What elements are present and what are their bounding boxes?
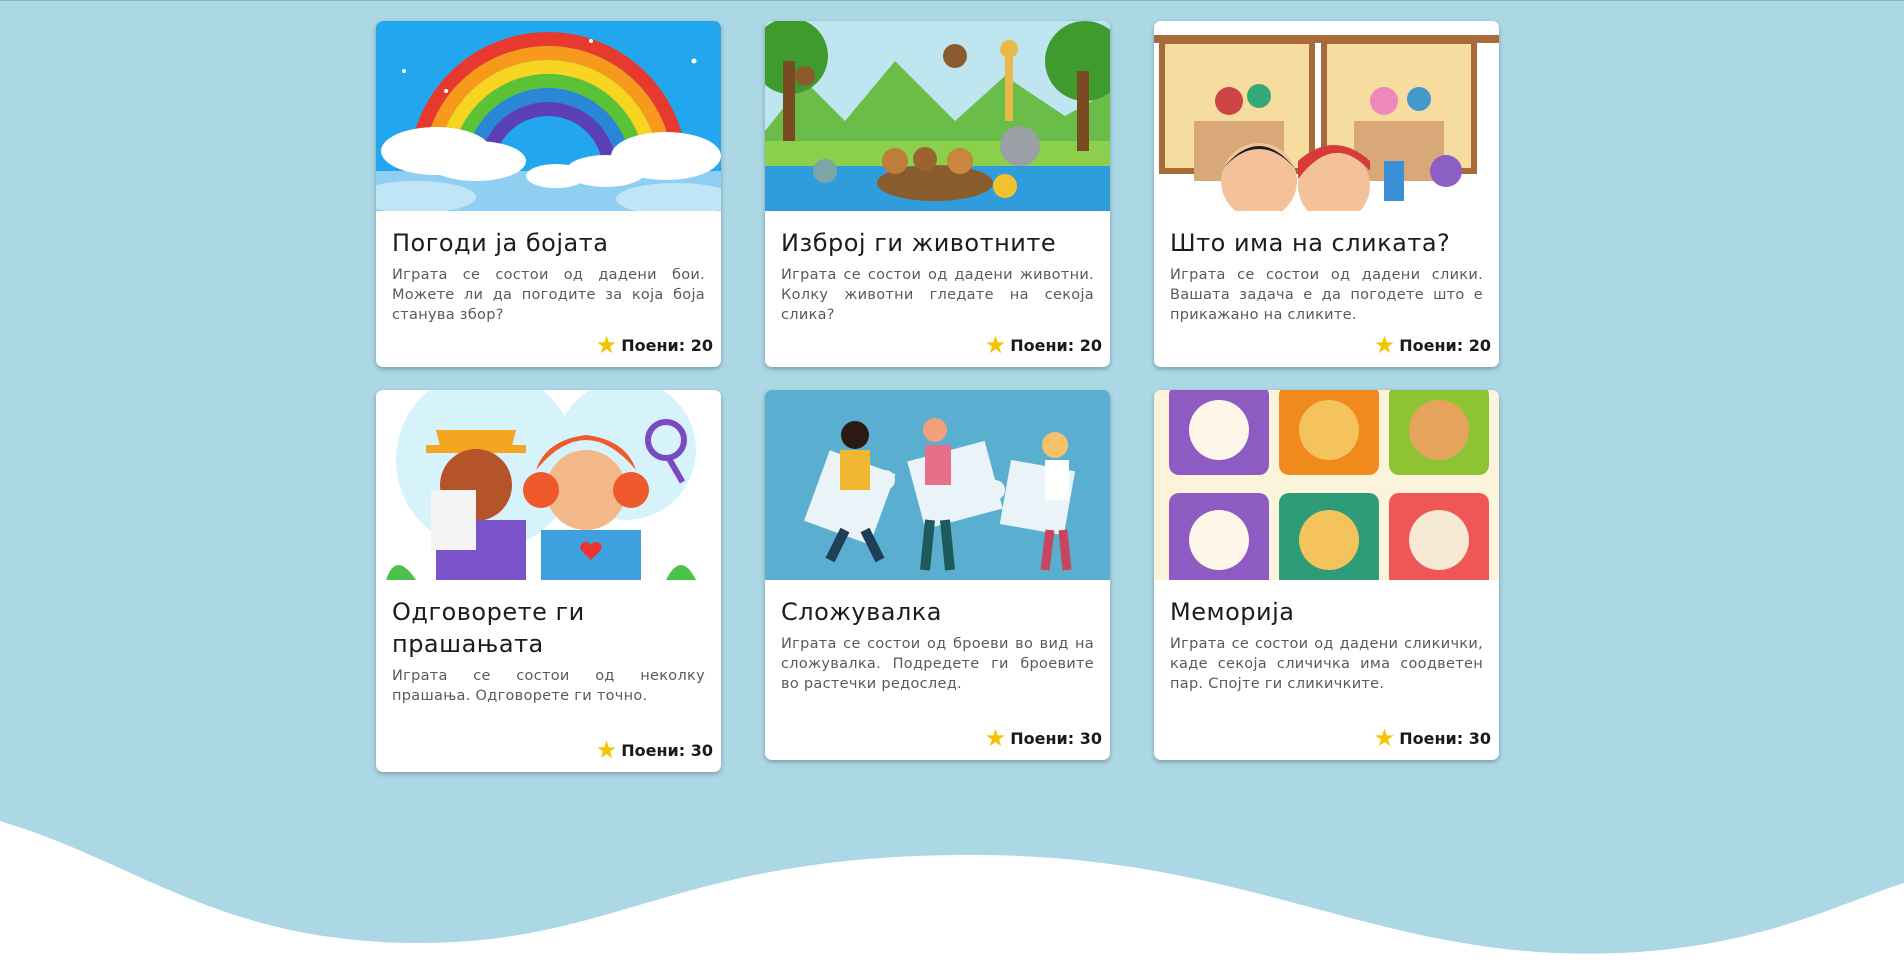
star-icon: ★ <box>595 331 618 359</box>
points-badge: ★ Поени: 20 <box>1373 331 1491 359</box>
star-icon: ★ <box>1373 724 1396 752</box>
memory-animal-cards-illustration <box>1154 390 1499 580</box>
card-description: Играта се состои од броеви во вид на сло… <box>781 636 1094 692</box>
card-description: Играта се состои од неколку прашања. Одг… <box>392 668 705 704</box>
points-label: Поени: 30 <box>621 740 713 760</box>
game-card-puzzle[interactable]: Сложувалка Играта се состои од броеви во… <box>765 390 1110 760</box>
card-body: Што има на сликата? Играта се состои од … <box>1154 211 1499 367</box>
points-badge: ★ Поени: 20 <box>595 331 713 359</box>
card-description: Играта се состои од дадени животни. Колк… <box>781 267 1094 323</box>
kids-toys-illustration <box>1154 21 1499 211</box>
star-icon: ★ <box>1373 331 1396 359</box>
kids-detective-illustration <box>376 390 721 580</box>
games-grid: Погоди ја бојата Играта се состои од дад… <box>376 21 1499 772</box>
star-icon: ★ <box>595 736 618 764</box>
game-card-answer-questions[interactable]: Одговорете ги прашањата Играта се состои… <box>376 390 721 772</box>
card-title: Одговорете ги прашањата <box>392 598 585 658</box>
card-title: Меморија <box>1170 598 1295 626</box>
star-icon: ★ <box>984 724 1007 752</box>
card-description: Играта се состои од дадени сликички, кад… <box>1170 636 1483 692</box>
star-icon: ★ <box>984 331 1007 359</box>
top-border <box>0 0 1904 1</box>
card-title: Погоди ја бојата <box>392 229 609 257</box>
card-body: Изброј ги животните Играта се состои од … <box>765 211 1110 367</box>
points-label: Поени: 20 <box>621 335 713 355</box>
card-title: Што има на сликата? <box>1170 229 1451 257</box>
card-title: Сложувалка <box>781 598 942 626</box>
card-description: Играта се состои од дадени бои. Можете л… <box>392 267 705 323</box>
points-badge: ★ Поени: 30 <box>1373 724 1491 752</box>
bottom-wave <box>0 821 1904 963</box>
points-label: Поени: 30 <box>1010 728 1102 748</box>
card-body: Меморија Играта се состои од дадени слик… <box>1154 580 1499 760</box>
game-card-memory[interactable]: Меморија Играта се состои од дадени слик… <box>1154 390 1499 760</box>
card-body: Погоди ја бојата Играта се состои од дад… <box>376 211 721 367</box>
card-body: Сложувалка Играта се состои од броеви во… <box>765 580 1110 760</box>
puzzle-people-illustration <box>765 390 1110 580</box>
points-badge: ★ Поени: 30 <box>595 736 713 764</box>
card-title: Изброј ги животните <box>781 229 1057 257</box>
points-label: Поени: 20 <box>1399 335 1491 355</box>
points-badge: ★ Поени: 30 <box>984 724 1102 752</box>
card-description: Играта се состои од дадени слики. Вашата… <box>1170 267 1483 323</box>
points-badge: ★ Поени: 20 <box>984 331 1102 359</box>
card-body: Одговорете ги прашањата Играта се состои… <box>376 580 721 772</box>
rainbow-illustration <box>376 21 721 211</box>
jungle-animals-illustration <box>765 21 1110 211</box>
game-card-whats-in-picture[interactable]: Што има на сликата? Играта се состои од … <box>1154 21 1499 367</box>
game-card-count-animals[interactable]: Изброј ги животните Играта се состои од … <box>765 21 1110 367</box>
points-label: Поени: 30 <box>1399 728 1491 748</box>
points-label: Поени: 20 <box>1010 335 1102 355</box>
game-card-guess-color[interactable]: Погоди ја бојата Играта се состои од дад… <box>376 21 721 367</box>
